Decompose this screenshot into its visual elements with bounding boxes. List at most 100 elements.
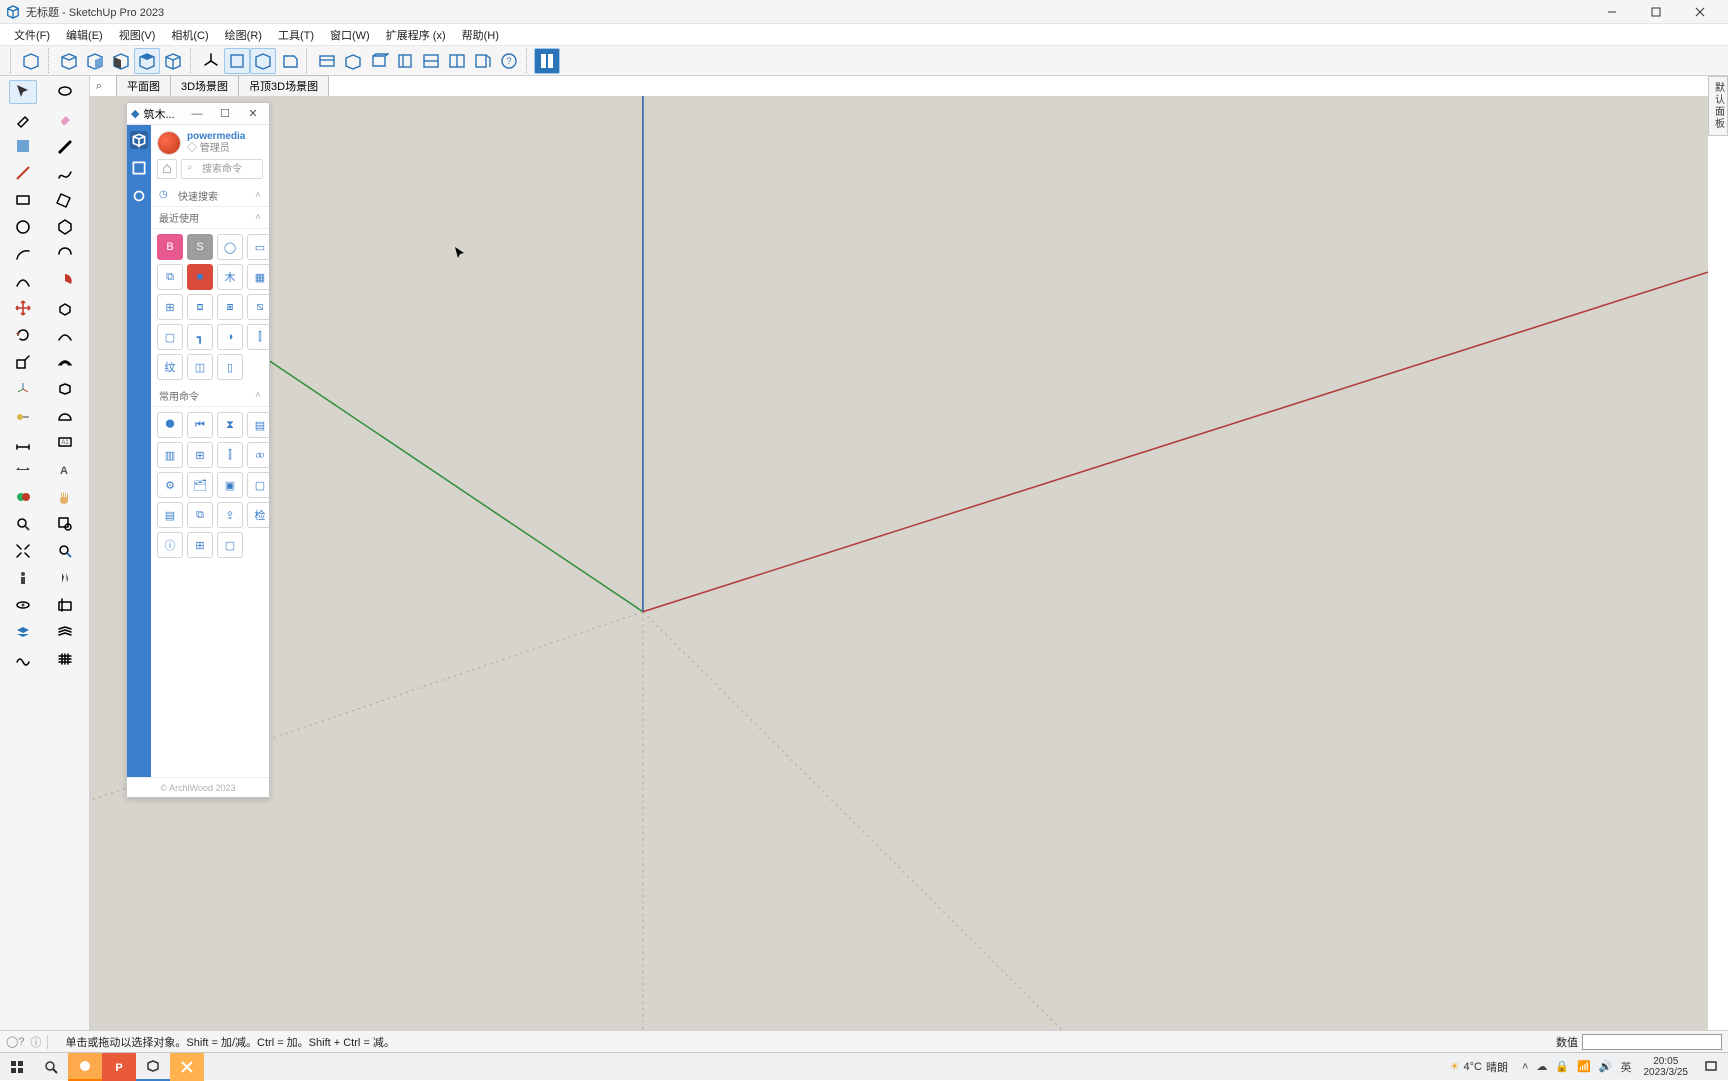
plugin-home-button[interactable]: ⌂ <box>157 159 177 179</box>
recent-cell[interactable]: ⧉ <box>157 264 183 290</box>
common-cell[interactable]: ▤ <box>157 502 183 528</box>
ext-h[interactable]: ? <box>496 48 522 74</box>
recent-cell[interactable]: 木 <box>217 264 243 290</box>
style-monochrome[interactable] <box>134 48 160 74</box>
sandbox1-tool[interactable] <box>9 647 37 671</box>
pie-tool[interactable] <box>51 269 79 293</box>
ext-g[interactable] <box>470 48 496 74</box>
help-icon[interactable]: ◯? <box>6 1035 24 1048</box>
tray-volume-icon[interactable]: 🔊 <box>1599 1060 1613 1073</box>
recent-cell[interactable]: ⊞ <box>157 294 183 320</box>
protractor-tool[interactable] <box>51 404 79 428</box>
layers2-tool[interactable] <box>51 620 79 644</box>
recent-cell[interactable]: ◯ <box>217 234 243 260</box>
common-cell[interactable]: ⧞ <box>247 442 269 468</box>
sandbox2-tool[interactable] <box>51 647 79 671</box>
menu-view[interactable]: 视图(V) <box>111 25 164 45</box>
iso-view[interactable] <box>224 48 250 74</box>
dimension-tool[interactable] <box>9 431 37 455</box>
task-powerpoint[interactable]: P <box>102 1053 136 1081</box>
recent-cell[interactable]: ◫ <box>187 354 213 380</box>
zoom-prev-tool[interactable] <box>51 539 79 563</box>
plugin-search-input[interactable]: 搜索命令 <box>181 159 263 179</box>
recent-cell[interactable]: ▭ <box>247 234 269 260</box>
recent-cell[interactable]: ■ <box>187 264 213 290</box>
position-cam-tool[interactable] <box>9 566 37 590</box>
walk-tool[interactable] <box>51 566 79 590</box>
section-quick[interactable]: ◷ 快速搜索 ˄ <box>151 185 269 207</box>
scene-tab-3[interactable]: 吊顶3D场景图 <box>238 75 329 97</box>
scene-tab-2[interactable]: 3D场景图 <box>170 75 239 97</box>
menu-draw[interactable]: 绘图(R) <box>217 25 270 45</box>
common-cell[interactable]: 🗂 <box>187 472 213 498</box>
polygon-tool[interactable] <box>51 215 79 239</box>
recent-cell[interactable]: B <box>157 234 183 260</box>
tape-tool[interactable] <box>9 404 37 428</box>
rect-tool[interactable] <box>9 188 37 212</box>
recent-cell[interactable]: ⧆ <box>217 294 243 320</box>
common-cell[interactable]: ▣ <box>217 472 243 498</box>
axis-set-tool[interactable] <box>9 377 37 401</box>
scene-tab-1[interactable]: 平面图 <box>116 75 171 97</box>
rail-link-icon[interactable] <box>130 775 148 777</box>
rotate-tool[interactable] <box>9 323 37 347</box>
recent-cell[interactable]: ▢ <box>157 324 183 350</box>
notifications-button[interactable] <box>1694 1053 1728 1081</box>
style-wireframe[interactable] <box>18 48 44 74</box>
info-icon[interactable]: ⓘ <box>30 1034 41 1050</box>
plugin-user[interactable]: powermedia ◇ 管理员 <box>151 125 269 159</box>
move-tool[interactable] <box>9 296 37 320</box>
scene-search-icon[interactable]: ⌕ <box>90 77 108 95</box>
recent-cell[interactable]: ⧅ <box>247 294 269 320</box>
taskbar-clock[interactable]: 20:05 2023/3/25 <box>1638 1056 1695 1078</box>
ext-b[interactable] <box>340 48 366 74</box>
zoom-extents-tool[interactable] <box>9 539 37 563</box>
menu-help[interactable]: 帮助(H) <box>454 25 507 45</box>
common-cell[interactable]: ▤ <box>247 412 269 438</box>
maximize-button[interactable] <box>1634 0 1678 24</box>
lasso-tool[interactable] <box>51 80 79 104</box>
recent-cell[interactable]: ◑ <box>217 324 243 350</box>
plugin-titlebar[interactable]: ◆ 筑木... — ☐ ✕ <box>127 103 269 125</box>
ext-logo[interactable] <box>534 48 560 74</box>
right-tray-toggle[interactable]: 默认面板 <box>1708 76 1728 136</box>
task-app-4[interactable] <box>170 1053 204 1081</box>
tray-ime[interactable]: 英 <box>1621 1059 1632 1075</box>
minimize-button[interactable] <box>1590 0 1634 24</box>
menu-tools[interactable]: 工具(T) <box>270 25 322 45</box>
menu-file[interactable]: 文件(F) <box>6 25 58 45</box>
task-app-1[interactable] <box>68 1053 102 1081</box>
freehand-tool[interactable] <box>51 161 79 185</box>
search-button[interactable] <box>34 1053 68 1081</box>
hand-tool[interactable] <box>51 485 79 509</box>
ext-d[interactable] <box>392 48 418 74</box>
texture-tool[interactable] <box>9 134 37 158</box>
task-sketchup[interactable] <box>136 1053 170 1081</box>
section-plane-tool[interactable] <box>51 593 79 617</box>
style-shaded-tex[interactable] <box>108 48 134 74</box>
tray-lock-icon[interactable]: 🔒 <box>1555 1060 1569 1073</box>
zoom-window-tool[interactable] <box>51 512 79 536</box>
rail-save-icon[interactable] <box>130 159 148 177</box>
side-view[interactable] <box>276 48 302 74</box>
common-cell[interactable]: ⯃ <box>157 412 183 438</box>
pushpull-tool[interactable] <box>51 296 79 320</box>
common-cell[interactable]: ⊞ <box>187 532 213 558</box>
common-cell[interactable]: ⧗ <box>217 412 243 438</box>
measure-input[interactable] <box>1582 1034 1722 1050</box>
menu-camera[interactable]: 相机(C) <box>163 25 216 45</box>
look-tool[interactable] <box>9 593 37 617</box>
plugin-close[interactable]: ✕ <box>241 105 265 123</box>
style-xray[interactable] <box>160 48 186 74</box>
plugin-maximize[interactable]: ☐ <box>213 105 237 123</box>
viewport[interactable] <box>90 96 1708 1052</box>
plugin-sync-tool[interactable] <box>9 485 37 509</box>
tray-cloud-icon[interactable]: ☁ <box>1536 1060 1547 1073</box>
start-button[interactable] <box>0 1053 34 1081</box>
close-button[interactable] <box>1678 0 1722 24</box>
section-common[interactable]: 常用命令 ˄ <box>151 385 269 407</box>
component-tool[interactable] <box>51 377 79 401</box>
menu-ext[interactable]: 扩展程序 (x) <box>378 25 454 45</box>
common-cell[interactable]: ⧉ <box>187 502 213 528</box>
pencil-tool[interactable] <box>51 134 79 158</box>
